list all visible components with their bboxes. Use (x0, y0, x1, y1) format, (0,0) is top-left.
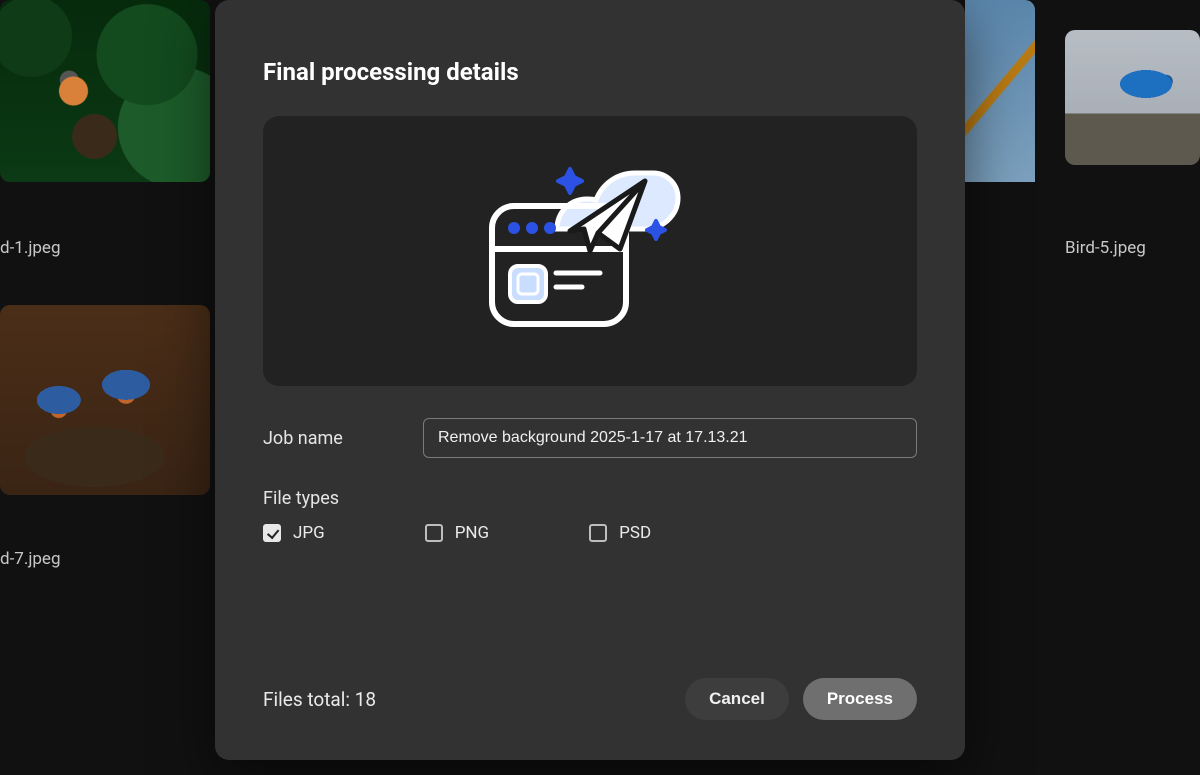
asset-filename: d-7.jpeg (0, 549, 61, 569)
cloud-send-illustration-icon (470, 151, 710, 351)
file-types-row: JPG PNG PSD (263, 523, 917, 543)
modal-footer: Files total: 18 Cancel Process (263, 678, 917, 720)
files-total-label: Files total: 18 (263, 688, 376, 711)
checkbox-label: PNG (455, 523, 489, 543)
asset-thumbnail[interactable] (965, 0, 1035, 222)
job-name-input[interactable] (423, 418, 917, 458)
checkbox-label: JPG (293, 523, 325, 543)
job-name-row: Job name (263, 418, 917, 458)
file-type-jpg-checkbox[interactable]: JPG (263, 523, 325, 543)
checkbox-icon (589, 524, 607, 542)
final-processing-modal: Final processing details (215, 0, 965, 760)
modal-illustration (263, 116, 917, 386)
job-name-label: Job name (263, 428, 423, 449)
checkbox-icon (263, 524, 281, 542)
file-types-label: File types (263, 488, 917, 509)
asset-thumbnail[interactable] (0, 305, 210, 495)
asset-filename: Bird-5.jpeg (1065, 238, 1146, 258)
process-button[interactable]: Process (803, 678, 917, 720)
checkbox-label: PSD (619, 523, 651, 543)
file-type-png-checkbox[interactable]: PNG (425, 523, 489, 543)
asset-filename: d-1.jpeg (0, 238, 61, 258)
modal-title: Final processing details (263, 58, 917, 86)
file-type-psd-checkbox[interactable]: PSD (589, 523, 651, 543)
checkbox-icon (425, 524, 443, 542)
asset-thumbnail[interactable] (0, 0, 210, 182)
cancel-button[interactable]: Cancel (685, 678, 789, 720)
asset-thumbnail[interactable] (1065, 30, 1200, 165)
